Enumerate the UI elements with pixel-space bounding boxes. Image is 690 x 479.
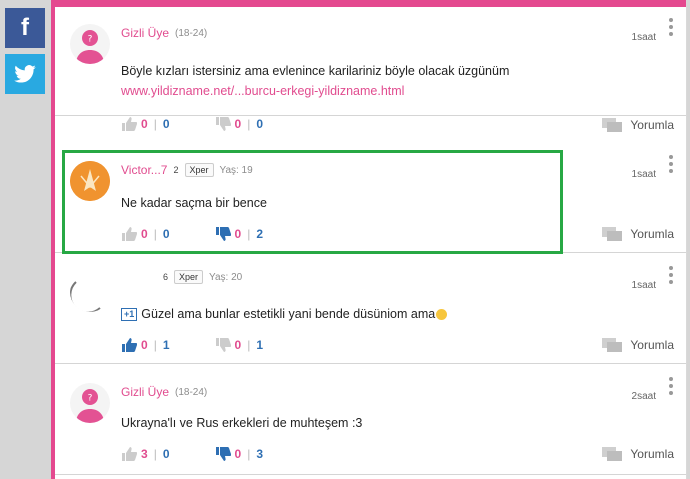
dislike-count-secondary: 2 [256,227,263,241]
vote-bar: 3 | 0 0 | 3 [121,447,263,461]
user-age: Yaş: 19 [219,164,253,176]
vote-bar: 0 | 1 0 | 1 [121,338,263,352]
avatar[interactable] [70,272,110,312]
comment-item: Victor...7 2 Xper Yaş: 19 1saat Ne kadar… [55,143,686,253]
thumbs-down-icon [215,338,231,352]
timestamp: 1saat [631,169,656,180]
more-options-icon[interactable] [669,377,673,395]
dislike-count-secondary: 0 [256,117,263,131]
like-count-secondary: 1 [162,338,170,352]
reply-label: Yorumla [630,227,674,241]
comment-text: Ne kadar saçma bir bence [121,193,267,213]
comment-text: +1 Güzel ama bunlar estetikli yani bende … [121,304,448,324]
dislike-count: 0 [234,117,242,131]
thumbs-down-icon [215,117,231,131]
like-count: 0 [141,227,148,241]
reply-label: Yorumla [630,118,674,132]
thumbs-down-icon [215,447,231,461]
comment-link[interactable]: www.yildizname.net/...burcu-erkegi-yildi… [121,81,509,101]
thumbs-up-icon [122,447,137,461]
timestamp: 1saat [631,32,656,43]
comment-item: ? Gizli Üye (18-24) 1saat Böyle kızları … [55,6,686,132]
comment-icon [602,338,623,352]
dislike-button[interactable]: 0 | 3 [215,447,263,461]
timestamp: 2saat [631,391,656,402]
reply-button[interactable]: Yorumla [602,447,674,461]
thumbs-up-icon [122,117,137,131]
comment-header: Victor...7 2 Xper Yaş: 19 [121,163,253,177]
comment-text: Böyle kızları istersiniz ama evlenince k… [121,61,509,101]
svg-text:?: ? [88,394,93,404]
comment-body: Ne kadar saçma bir bence [121,196,267,210]
thumbs-up-icon [122,338,137,352]
comment-feed: ? Gizli Üye (18-24) 1saat Böyle kızları … [51,0,687,479]
like-count: 0 [141,338,148,352]
plus-one-badge: +1 [121,308,138,322]
comment-body: Güzel ama bunlar estetikli yani bende dü… [141,307,436,321]
like-button[interactable]: 0 | 0 [121,227,170,241]
like-count-secondary: 0 [162,117,170,131]
comment-header: Gizli Üye (18-24) [121,385,207,399]
user-level: 2 [173,165,179,175]
comment-body: Ukrayna'lı ve Rus erkekleri de muhteşem … [121,416,363,430]
facebook-icon: f [21,14,29,41]
dislike-button[interactable]: 0 | 0 [215,117,263,131]
twitter-share-button[interactable] [5,54,45,94]
facebook-share-button[interactable]: f [5,8,45,48]
avatar[interactable] [70,161,110,201]
comment-icon [602,118,623,132]
comment-item: ? Gizli Üye (18-24) 2saat Ukrayna'lı ve … [55,365,686,475]
twitter-icon [14,65,36,83]
like-count-secondary: 0 [162,447,170,461]
username[interactable]: Victor...7 [121,163,167,177]
comment-body: Böyle kızları istersiniz ama evlenince k… [121,64,510,78]
like-button[interactable]: 0 | 1 [121,338,170,352]
reply-button[interactable]: Yorumla [602,338,674,352]
age-range: (18-24) [175,386,208,398]
like-count-secondary: 0 [162,227,170,241]
dislike-count-secondary: 1 [256,338,263,352]
comment-icon [602,227,623,241]
like-count: 3 [141,447,148,461]
dislike-count-secondary: 3 [256,447,263,461]
dislike-count: 0 [234,227,242,241]
vote-bar: 0 | 0 0 | 0 [121,117,263,131]
comment-header: 6 Xper Yaş: 20 [163,270,242,284]
timestamp: 1saat [631,280,656,291]
reply-label: Yorumla [630,447,674,461]
age-range: (18-24) [175,27,208,39]
comment-header: Gizli Üye (18-24) [121,26,207,40]
like-count: 0 [141,117,148,131]
reply-button[interactable]: Yorumla [602,227,674,241]
dislike-button[interactable]: 0 | 1 [215,338,263,352]
xper-badge: Xper [184,163,214,177]
dislike-count: 0 [234,447,242,461]
more-options-icon[interactable] [669,155,673,173]
dislike-button[interactable]: 0 | 2 [215,227,263,241]
user-level: 6 [163,272,169,282]
like-button[interactable]: 3 | 0 [121,447,170,461]
vote-bar: 0 | 0 0 | 2 [121,227,263,241]
comment-item: 6 Xper Yaş: 20 1saat +1 Güzel ama bunlar … [55,254,686,364]
comment-text: Ukrayna'lı ve Rus erkekleri de muhteşem … [121,413,362,433]
username[interactable]: Gizli Üye [121,26,169,40]
svg-text:?: ? [88,35,93,45]
comment-icon [602,447,623,461]
like-button[interactable]: 0 | 0 [121,117,170,131]
username[interactable]: Gizli Üye [121,385,169,399]
page: f ? Gizli Üye (18-24) 1saat Böyle kızlar… [0,0,690,479]
dislike-count: 0 [234,338,242,352]
reply-label: Yorumla [630,338,674,352]
thumbs-up-icon [122,227,137,241]
laughing-emoji-icon [436,309,448,321]
more-options-icon[interactable] [669,266,673,284]
xper-badge: Xper [174,270,204,284]
user-age: Yaş: 20 [209,271,243,283]
more-options-icon[interactable] [669,18,673,36]
avatar[interactable]: ? [70,24,110,64]
avatar[interactable]: ? [70,383,110,423]
reply-button[interactable]: Yorumla [602,118,674,132]
thumbs-down-icon [215,227,231,241]
